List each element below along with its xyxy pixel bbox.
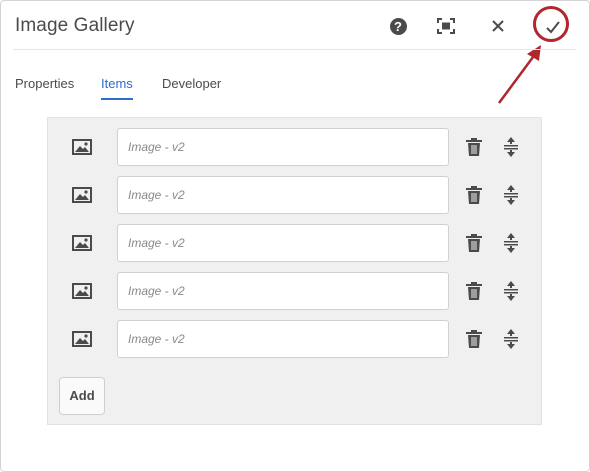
drag-handle-icon[interactable] <box>503 281 519 301</box>
help-button[interactable]: ? <box>383 11 413 41</box>
image-icon <box>72 235 92 251</box>
image-icon <box>72 283 92 299</box>
image-field[interactable]: Image - v2 <box>117 272 449 310</box>
done-button[interactable] <box>536 10 570 44</box>
help-icon: ? <box>389 17 407 35</box>
drag-handle-icon[interactable] <box>503 185 519 205</box>
trash-icon[interactable] <box>465 330 483 349</box>
items-panel: Image - v2 Image - v2 Image - v2 Image -… <box>47 117 542 425</box>
tab-developer[interactable]: Developer <box>162 76 221 91</box>
close-icon <box>492 20 504 32</box>
checkmark-icon <box>546 21 560 34</box>
list-item: Image - v2 <box>48 272 541 310</box>
trash-icon[interactable] <box>465 186 483 205</box>
image-field[interactable]: Image - v2 <box>117 128 449 166</box>
image-icon <box>72 331 92 347</box>
list-item: Image - v2 <box>48 224 541 262</box>
list-item: Image - v2 <box>48 128 541 166</box>
list-item: Image - v2 <box>48 176 541 214</box>
tab-properties[interactable]: Properties <box>15 76 74 91</box>
tab-items[interactable]: Items <box>101 76 133 100</box>
image-field[interactable]: Image - v2 <box>117 176 449 214</box>
drag-handle-icon[interactable] <box>503 329 519 349</box>
dialog-title: Image Gallery <box>15 15 135 36</box>
image-field[interactable]: Image - v2 <box>117 320 449 358</box>
image-field[interactable]: Image - v2 <box>117 224 449 262</box>
fullscreen-icon <box>437 18 455 34</box>
list-item: Image - v2 <box>48 320 541 358</box>
annotation-arrow <box>497 45 541 104</box>
close-button[interactable] <box>483 11 513 41</box>
trash-icon[interactable] <box>465 138 483 157</box>
trash-icon[interactable] <box>465 282 483 301</box>
image-icon <box>72 187 92 203</box>
trash-icon[interactable] <box>465 234 483 253</box>
header-divider <box>13 49 576 50</box>
drag-handle-icon[interactable] <box>503 233 519 253</box>
image-gallery-dialog: Image Gallery ? Properties Items Develop… <box>0 0 590 472</box>
fullscreen-button[interactable] <box>431 11 461 41</box>
drag-handle-icon[interactable] <box>503 137 519 157</box>
add-button[interactable]: Add <box>59 377 105 415</box>
image-icon <box>72 139 92 155</box>
